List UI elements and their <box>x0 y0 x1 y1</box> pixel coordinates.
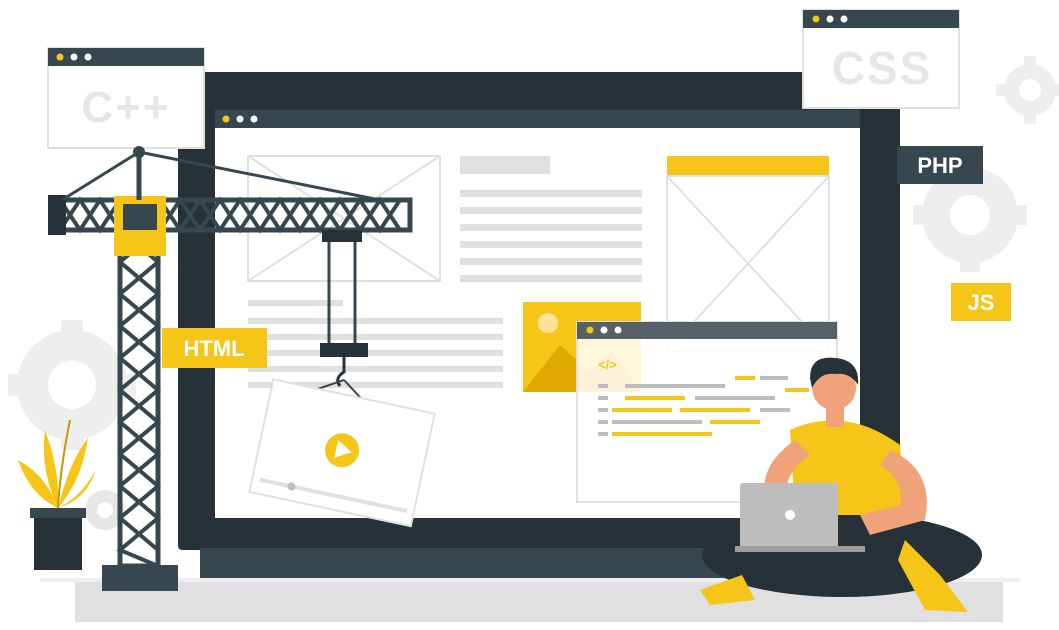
crane-cabin-window <box>123 204 157 230</box>
crane-tower <box>116 227 162 569</box>
plant-icon <box>18 419 96 570</box>
js-label: JS <box>968 290 995 315</box>
cpp-label: C++ <box>81 83 170 132</box>
css-label: CSS <box>832 42 933 94</box>
window-dot <box>812 15 820 23</box>
css-window-titlebar <box>803 10 959 28</box>
php-label: PHP <box>917 153 962 178</box>
php-tag: PHP <box>897 146 983 184</box>
css-window: CSS <box>802 9 960 109</box>
gear-icon <box>8 320 136 450</box>
window-dot <box>586 326 594 334</box>
browser-titlebar <box>215 110 860 128</box>
web-development-illustration: </> C++ CSS PHP JS HTML <box>8 9 1059 622</box>
window-dot <box>250 115 258 123</box>
window-dot <box>614 326 622 334</box>
html-tag: HTML <box>162 328 267 368</box>
code-icon: </> <box>598 357 617 372</box>
window-dot <box>222 115 230 123</box>
window-dot <box>84 53 92 61</box>
cpp-window: C++ <box>47 47 205 149</box>
html-label: HTML <box>183 336 244 361</box>
window-dot <box>600 326 608 334</box>
window-dot <box>70 53 78 61</box>
window-dot <box>56 53 64 61</box>
window-dot <box>236 115 244 123</box>
window-dot <box>840 15 848 23</box>
window-dot <box>826 15 834 23</box>
js-tag: JS <box>951 283 1011 321</box>
crane-base <box>102 565 178 591</box>
gear-icon <box>996 56 1059 124</box>
